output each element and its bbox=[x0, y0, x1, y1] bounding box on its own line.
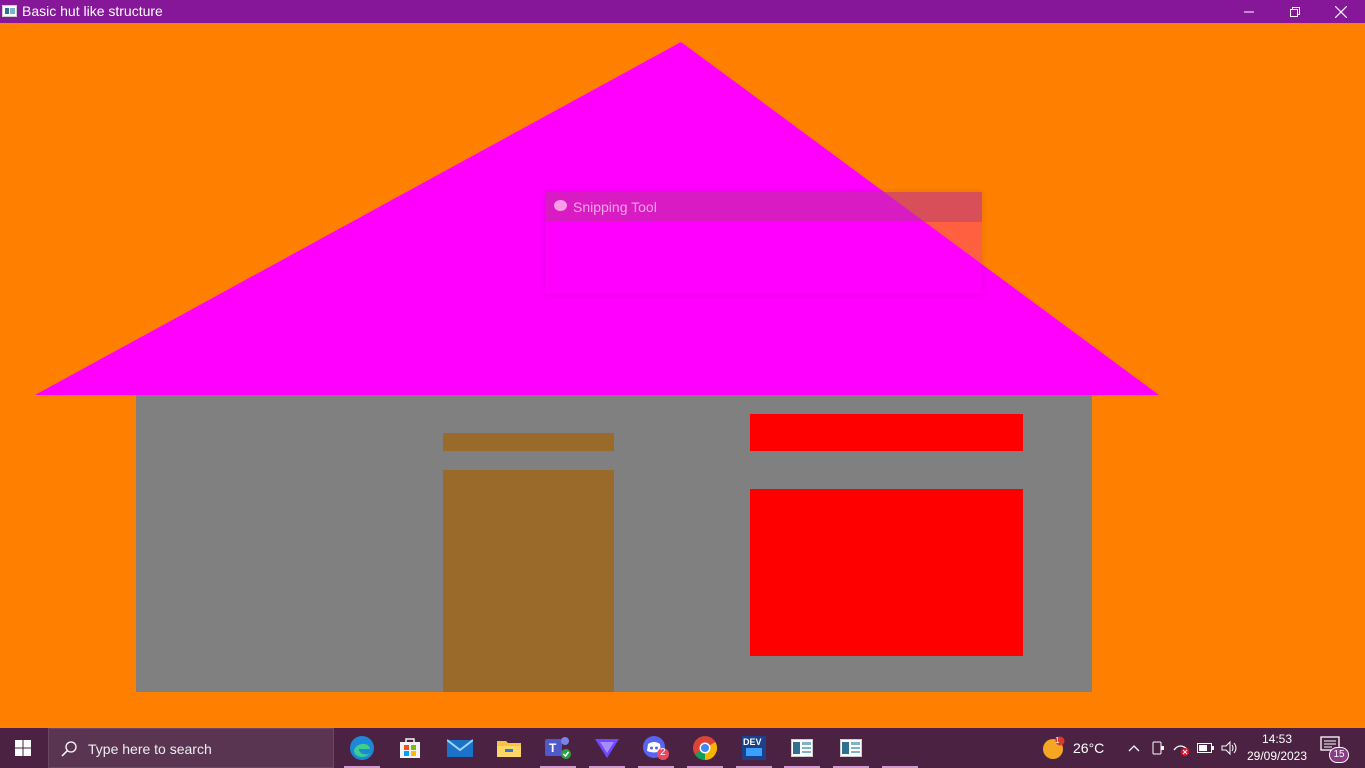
taskbar-app-mail[interactable] bbox=[437, 728, 483, 768]
tray-device-icon-button[interactable] bbox=[1148, 728, 1168, 768]
taskbar-app-discord[interactable]: 2 bbox=[633, 728, 679, 768]
mail-icon bbox=[447, 739, 473, 757]
discord-badge: 2 bbox=[660, 747, 666, 758]
sun-weather-icon bbox=[1043, 736, 1065, 759]
tray-volume-button[interactable] bbox=[1219, 728, 1241, 768]
show-hidden-icons-button[interactable] bbox=[1124, 728, 1144, 768]
weather-widget[interactable]: 1 bbox=[1040, 728, 1068, 768]
snipping-tool-icon bbox=[554, 200, 567, 211]
battery-icon bbox=[1197, 743, 1214, 753]
restore-button[interactable] bbox=[1272, 0, 1318, 23]
snipping-tool-title-bar[interactable]: Snipping Tool bbox=[545, 192, 982, 222]
taskbar-app-chrome[interactable] bbox=[682, 728, 728, 768]
taskbar-app-edge[interactable] bbox=[339, 728, 385, 768]
windows-logo-icon bbox=[15, 740, 31, 756]
close-button[interactable] bbox=[1318, 0, 1364, 23]
dev-cpp-icon: DEV bbox=[742, 736, 766, 760]
restore-icon bbox=[1290, 6, 1300, 17]
clock-date: 29/09/2023 bbox=[1246, 749, 1308, 763]
teams-icon: T bbox=[545, 737, 571, 759]
minimize-icon bbox=[1244, 11, 1254, 12]
taskbar-app-store[interactable] bbox=[387, 728, 433, 768]
window-app-icon bbox=[791, 739, 813, 757]
file-explorer-icon bbox=[497, 741, 521, 757]
window-title-bar: Basic hut like structure bbox=[0, 0, 1365, 23]
chrome-icon bbox=[693, 736, 718, 760]
taskbar-clock[interactable]: 14:53 29/09/2023 bbox=[1240, 731, 1314, 765]
vpn-icon bbox=[595, 739, 619, 758]
window-app-icon bbox=[2, 5, 17, 17]
search-icon bbox=[61, 741, 77, 757]
close-icon bbox=[1335, 5, 1347, 18]
hut-door bbox=[443, 470, 614, 692]
device-icon bbox=[1152, 741, 1164, 755]
search-placeholder: Type here to search bbox=[88, 741, 212, 757]
microsoft-store-icon bbox=[400, 738, 420, 758]
window-title: Basic hut like structure bbox=[22, 3, 163, 19]
taskbar-search-box[interactable]: Type here to search bbox=[48, 728, 334, 768]
snipping-tool-window[interactable]: Snipping Tool bbox=[545, 192, 982, 294]
tray-battery-button[interactable] bbox=[1195, 728, 1217, 768]
tray-network-button[interactable] bbox=[1170, 728, 1192, 768]
notification-count-badge: 15 bbox=[1329, 747, 1349, 763]
weather-temperature: 26°C bbox=[1073, 740, 1105, 756]
window-main-pane bbox=[750, 489, 1023, 656]
door-lintel bbox=[443, 433, 614, 451]
volume-icon bbox=[1221, 740, 1237, 756]
taskbar-app-empty[interactable] bbox=[877, 728, 923, 768]
minimize-button[interactable] bbox=[1226, 0, 1272, 23]
window-top-pane bbox=[750, 414, 1023, 451]
dev-cpp-label: DEV bbox=[743, 737, 762, 747]
snipping-tool-title: Snipping Tool bbox=[573, 199, 657, 215]
taskbar-app-devcpp[interactable]: DEV bbox=[731, 728, 777, 768]
hut-drawing bbox=[35, 42, 1159, 692]
taskbar-app-explorer[interactable] bbox=[486, 728, 532, 768]
window-app-icon bbox=[840, 739, 862, 757]
taskbar-app-window-2[interactable] bbox=[828, 728, 874, 768]
taskbar-app-teams[interactable]: T bbox=[535, 728, 581, 768]
edge-icon bbox=[350, 736, 374, 760]
weather-badge: 1 bbox=[1055, 736, 1060, 745]
clock-time: 14:53 bbox=[1261, 732, 1293, 746]
taskbar: Type here to search T 2 DEV 1 26°C 14:53… bbox=[0, 728, 1365, 768]
chevron-up-icon bbox=[1128, 745, 1140, 752]
taskbar-app-window-1[interactable] bbox=[779, 728, 825, 768]
svg-text:T: T bbox=[549, 741, 557, 755]
drawing-canvas bbox=[0, 23, 1365, 728]
network-disconnected-icon bbox=[1173, 745, 1189, 756]
taskbar-app-vpn[interactable] bbox=[584, 728, 630, 768]
start-button[interactable] bbox=[0, 728, 46, 768]
